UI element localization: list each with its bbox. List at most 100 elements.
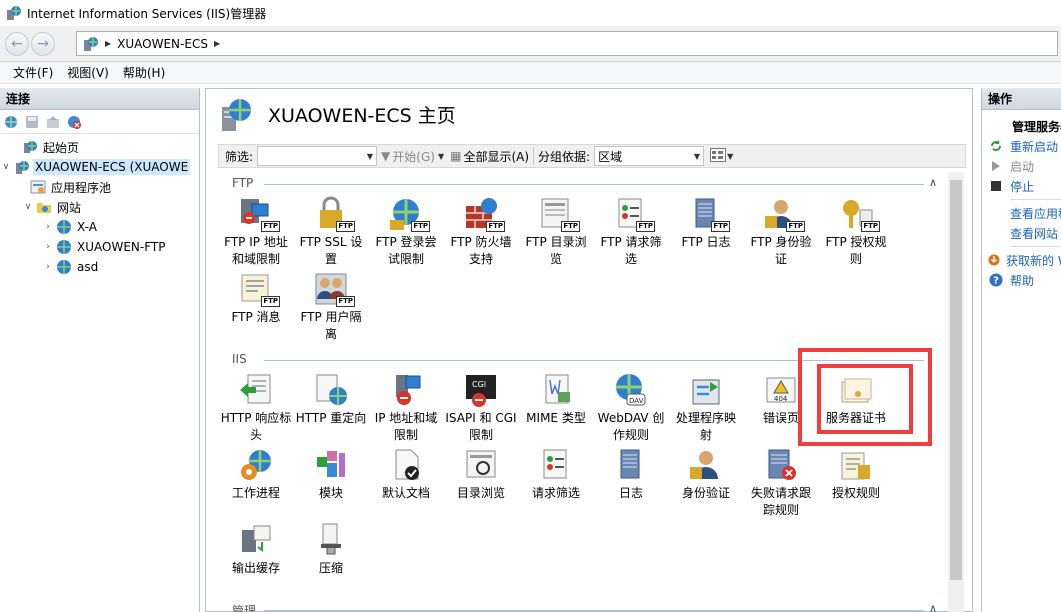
feature-ftp-user-isolation[interactable]: FTP FTP 用户隔离 [293,271,369,343]
feature-authentication[interactable]: 身份验证 [668,447,744,502]
feature-label: 射 [699,428,712,442]
collapse-chevron-icon[interactable]: ∨ [22,202,34,212]
collapse-chevron-icon[interactable]: ∨ [0,162,12,172]
feature-ftp-messages[interactable]: FTP FTP 消息 [218,271,294,326]
stop-action[interactable]: 停止 [982,176,1061,196]
menu-view[interactable]: 视图(V) [60,62,116,83]
group-by-select[interactable]: 区域 ▼ [594,146,705,166]
feature-ip-domain-restrictions[interactable]: IP 地址和域 限制 [368,372,444,444]
feature-label: 工作进程 [231,486,280,500]
feature-ftp-ip-domain-restrictions[interactable]: FTP FTP IP 地址 和域限制 [218,196,294,268]
feature-failed-request-tracing[interactable]: 失败请求跟 踪规则 [743,447,819,519]
feature-ftp-ssl-settings[interactable]: FTP FTP SSL 设置 [293,196,369,268]
view-sites-action[interactable]: 查看网站 [982,223,1061,243]
tree-label: 起始页 [43,140,80,155]
feature-label: 选 [624,252,637,266]
feature-http-redirect[interactable]: HTTP 重定向 [293,372,369,427]
tree-item-sites[interactable]: ∨ 网站 [0,197,199,217]
disconnect-icon[interactable] [65,113,83,131]
connections-panel: 连接 起始页 ∨ XUAOWEN-ECS (XUAOWE 应用程序池 ∨ 网站 … [0,88,200,612]
feature-label: 目录浏览 [456,486,505,500]
vertical-scrollbar[interactable] [948,172,964,612]
section-iis-header: IIS [232,352,247,366]
collapse-section-icon[interactable]: ∧ [929,176,937,189]
feature-authorization-rules[interactable]: 授权规则 [818,447,894,502]
connections-header: 连接 [0,88,199,110]
view-app-pools-action[interactable]: 查看应用程序池 [982,203,1061,223]
back-arrow-icon: ← [5,32,29,56]
back-button[interactable]: ← [4,31,30,57]
group-by-label: 分组依据: [538,149,591,164]
filter-input[interactable]: ▼ [257,146,378,166]
feature-label: MIME 类型 [526,411,586,425]
restart-icon [988,138,1004,154]
tree-item-site[interactable]: › X-A [0,217,199,237]
help-action[interactable]: ? 帮助 [982,270,1061,290]
expand-chevron-icon[interactable]: › [42,242,54,252]
address-breadcrumb[interactable]: ▶ XUAOWEN-ECS ▶ [76,31,1058,56]
menu-help[interactable]: 帮助(H) [116,62,172,83]
feature-label: IP 地址和域 [374,411,438,425]
breadcrumb-separator-icon[interactable]: ▶ [105,39,111,48]
save-icon[interactable] [23,113,41,131]
tree-item-site[interactable]: › asd [0,257,199,277]
feature-label: 默认文档 [381,486,430,500]
play-icon [988,158,1004,174]
restart-action[interactable]: 重新启动 [982,136,1061,156]
group-by-value: 区域 [598,149,623,164]
start-page-icon [22,139,38,155]
feature-handler-mappings[interactable]: 处理程序映射 [668,372,744,444]
ftp-ip-domain-restrictions-icon: FTP [238,196,280,232]
feature-worker-processes[interactable]: 工作进程 [218,447,294,502]
section-management-header: 管理 [232,604,257,612]
feature-request-filtering[interactable]: 请求筛选 [518,447,594,502]
tree-item-server[interactable]: ∨ XUAOWEN-ECS (XUAOWE [0,157,199,177]
feature-compression[interactable]: 压缩 [293,522,369,577]
feature-default-document[interactable]: 默认文档 [368,447,444,502]
feature-label: 览 [549,252,562,266]
scrollbar-thumb[interactable] [950,180,962,580]
ftp-logging-icon: FTP [688,196,730,232]
tree-label: 网站 [57,200,82,215]
show-all-button[interactable]: 全部显示(A) [463,148,529,165]
tree-item-start-page[interactable]: 起始页 [0,137,199,157]
tree-item-site[interactable]: › XUAOWEN-FTP [0,237,199,257]
feature-ftp-request-filtering[interactable]: FTP FTP 请求筛选 [593,196,669,268]
feature-isapi-cgi-restrictions[interactable]: CGI ISAPI 和 CGI 限制 [443,372,519,444]
feature-webdav-authoring-rules[interactable]: DAV WebDAV 创作规则 [593,372,669,444]
feature-ftp-directory-browsing[interactable]: FTP FTP 目录浏览 [518,196,594,268]
view-mode-icon[interactable] [710,147,727,165]
get-components-action[interactable]: 获取新的 Web 平台组件 [982,250,1061,270]
expand-chevron-icon[interactable]: › [42,262,54,272]
start-filter-button[interactable]: 开始(G) [392,148,435,165]
server-large-icon [222,99,251,131]
tree-item-app-pools[interactable]: 应用程序池 [0,177,199,197]
feature-label: 处理程序映 [675,411,736,425]
manage-server-title: 管理服务器 [1012,119,1061,134]
connect-globe-icon[interactable] [2,113,20,131]
feature-mime-types[interactable]: MIME 类型 [518,372,594,427]
menu-file[interactable]: 文件(F) [6,62,60,83]
logging-icon [613,447,649,483]
feature-logging[interactable]: 日志 [593,447,669,502]
ftp-authorization-rules-icon: FTP [838,196,880,232]
feature-ftp-firewall-support[interactable]: FTP FTP 防火墙 支持 [443,196,519,268]
feature-directory-browsing[interactable]: 目录浏览 [443,447,519,502]
forward-button[interactable]: → [30,31,56,57]
feature-ftp-logon-attempt-restrictions[interactable]: FTP FTP 登录尝 试限制 [368,196,444,268]
up-level-icon[interactable] [44,113,62,131]
breadcrumb-separator-icon[interactable]: ▶ [214,39,220,48]
feature-modules[interactable]: 模块 [293,447,369,502]
feature-http-response-headers[interactable]: HTTP 响应标头 [218,372,294,444]
breadcrumb-server[interactable]: XUAOWEN-ECS [117,37,208,51]
feature-label: FTP 请求筛 [600,235,662,249]
start-action[interactable]: 启动 [982,156,1061,176]
feature-output-caching[interactable]: 输出缓存 [218,522,294,577]
collapse-section-icon[interactable]: ∧ [929,602,937,612]
feature-label: 离 [324,327,337,341]
feature-ftp-authorization-rules[interactable]: FTP FTP 授权规则 [818,196,894,268]
expand-chevron-icon[interactable]: › [42,222,54,232]
feature-ftp-authentication[interactable]: FTP FTP 身份验证 [743,196,819,268]
actions-panel: 操作 管理服务器 重新启动 启动 停止 查看应用程序池 查看网站 获取新的 We… [981,88,1061,612]
feature-ftp-logging[interactable]: FTP FTP 日志 [668,196,744,251]
